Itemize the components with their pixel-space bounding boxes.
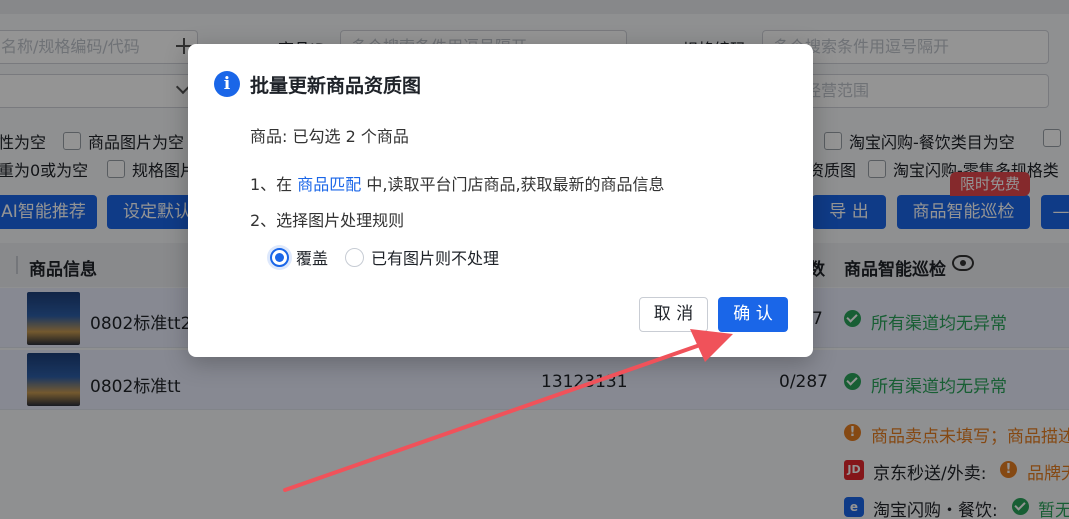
batch-update-qualification-dialog: i 批量更新商品资质图 商品: 已勾选 2 个商品 1、在 商品匹配 中,读取平… [188,44,813,357]
dialog-title: 批量更新商品资质图 [250,75,422,97]
radio-overwrite[interactable]: 覆盖 [270,245,328,269]
radio-dot[interactable] [270,247,289,267]
step-1-text: 1、在 商品匹配 中,读取平台门店商品,获取最新的商品信息 [250,175,665,194]
selected-count-text: 商品: 已勾选 2 个商品 [250,127,409,146]
product-match-link[interactable]: 商品匹配 [297,175,361,194]
confirm-button[interactable]: 确 认 [718,297,788,332]
step-2-text: 2、选择图片处理规则 [250,211,405,230]
radio-skip-existing[interactable]: 已有图片则不处理 [345,245,499,269]
info-icon: i [214,71,240,97]
cancel-button[interactable]: 取 消 [639,297,708,332]
radio-dot[interactable] [345,247,364,267]
